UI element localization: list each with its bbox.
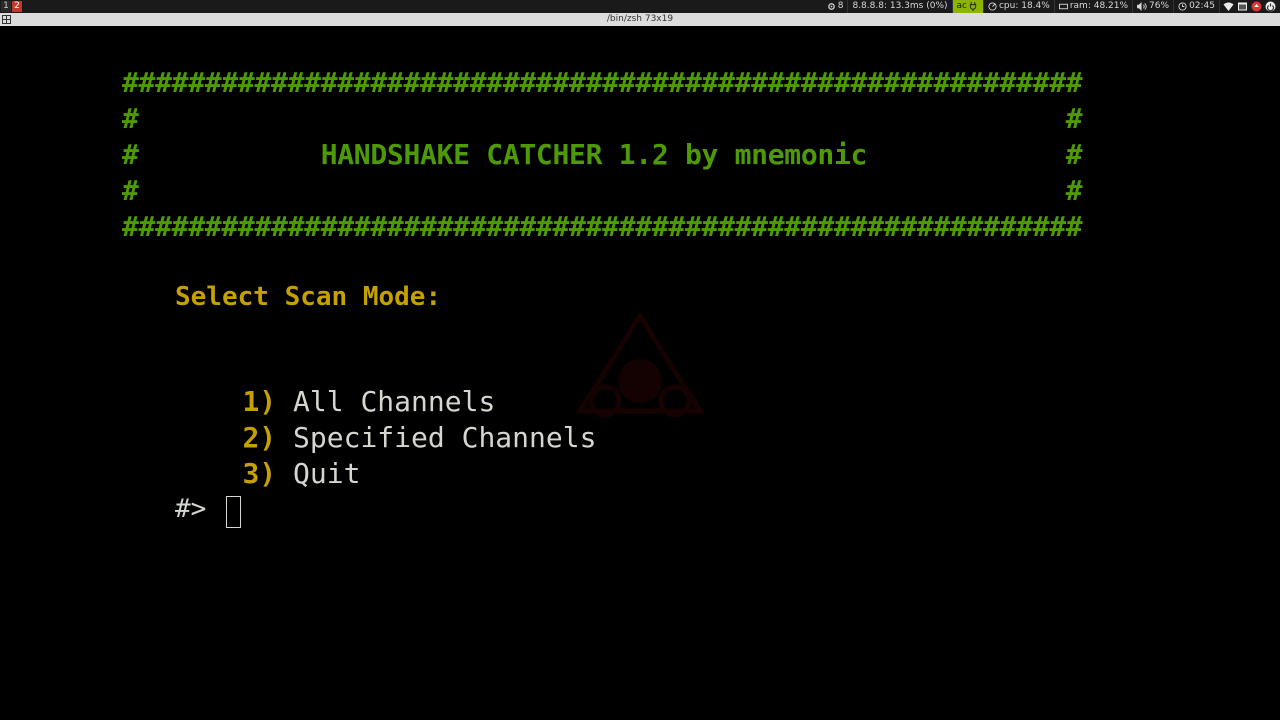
workspace-1-button[interactable]: 1 [1,1,11,12]
window-title-bar[interactable]: /bin/zsh 73x19 [0,13,1280,26]
volume-indicator[interactable]: 76% [1133,0,1175,13]
banner-border-top: ########################################… [122,66,1083,99]
app-icon[interactable] [1251,1,1262,12]
banner-title: # HANDSHAKE CATCHER 1.2 by mnemonic # [122,138,1083,171]
plug-icon [969,2,977,11]
power-icon[interactable] [1265,1,1276,12]
terminal-area[interactable]: ########################################… [0,26,1280,720]
cpu-text: cpu: 18.4% [998,1,1050,11]
workspace-2-button[interactable]: 2 [12,1,22,12]
gauge-icon [988,2,997,11]
ping-indicator: 8.8.8.8: 13.3ms (0%) [848,0,953,13]
updates-count: 8 [837,1,844,11]
volume-text: 76% [1149,1,1170,11]
window-menu-icon[interactable] [2,15,11,24]
ram-text: ram: 48.21% [1069,1,1129,11]
wifi-icon[interactable] [1223,1,1234,12]
ram-indicator: ram: 48.21% [1055,0,1134,13]
top-status-bar: 1 2 8 8.8.8.8: 13.3ms (0%) ac cpu: 18.4%… [0,0,1280,13]
clock-icon [1178,2,1187,11]
updates-indicator[interactable]: 8 [823,0,849,13]
ping-text: 8.8.8.8: 13.3ms (0%) [852,1,948,11]
system-tray: 8 8.8.8.8: 13.3ms (0%) ac cpu: 18.4% ram… [823,0,1280,13]
power-indicator: ac [952,0,984,13]
speaker-icon [1137,2,1147,11]
menu-header: Select Scan Mode: [175,282,442,312]
power-text: ac [956,1,967,11]
gear-icon [827,3,835,10]
window-title: /bin/zsh 73x19 [606,14,674,24]
clock-text: 02:45 [1189,1,1215,11]
option-label: Quit [293,457,361,490]
memory-icon [1058,3,1068,10]
option-number: 3) [242,457,277,490]
banner-row-blank: # # [122,174,1083,207]
clock-indicator[interactable]: 02:45 [1174,0,1220,13]
input-cursor[interactable] [226,496,241,528]
cpu-indicator: cpu: 18.4% [984,0,1055,13]
shell-prompt: #> [175,494,207,524]
window-icon[interactable] [1237,1,1248,12]
banner-row-blank: # # [122,102,1083,135]
banner-border-bottom: ########################################… [122,210,1083,243]
tray-icons [1220,0,1280,13]
